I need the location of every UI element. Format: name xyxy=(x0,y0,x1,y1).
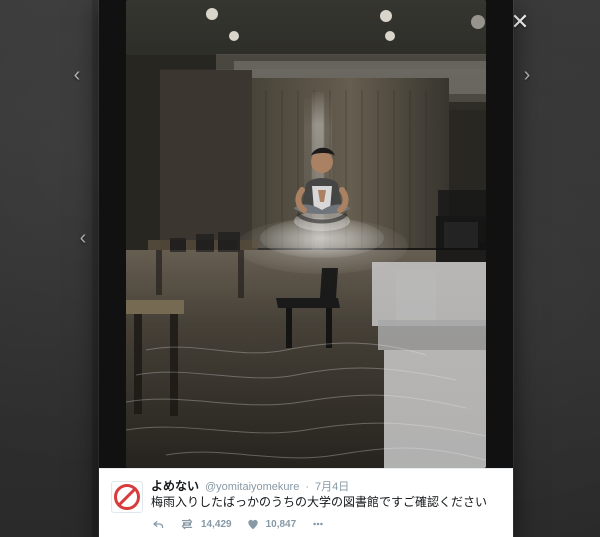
avatar[interactable] xyxy=(111,481,143,513)
separator-dot: · xyxy=(305,481,309,493)
tweet-card: よめない @yomitaiyomekure · 7月4日 梅雨入りしたばっかのう… xyxy=(99,468,513,537)
user-handle[interactable]: @yomitaiyomekure xyxy=(205,481,299,493)
tweet-actions: 14,429 10,847 xyxy=(151,516,326,532)
media-viewer: よめない @yomitaiyomekure · 7月4日 梅雨入りしたばっかのう… xyxy=(99,0,513,537)
chevron-left-icon: ‹ xyxy=(73,63,81,86)
tweet-date[interactable]: 7月4日 xyxy=(315,478,349,494)
previous-button[interactable]: ‹ xyxy=(64,62,90,88)
flooded-library-photo xyxy=(126,0,486,468)
chevron-left-icon: ‹ xyxy=(79,226,87,249)
retweet-count: 14,429 xyxy=(201,518,232,530)
close-icon: ✕ xyxy=(510,9,530,34)
like-button[interactable]: 10,847 xyxy=(246,517,297,531)
chevron-right-icon: › xyxy=(523,63,531,86)
retweet-button[interactable]: 14,429 xyxy=(179,517,232,531)
more-icon xyxy=(313,522,323,526)
user-name[interactable]: よめない xyxy=(151,477,199,494)
no-symbol-icon xyxy=(114,484,140,510)
tweet-header: よめない @yomitaiyomekure · 7月4日 xyxy=(151,477,501,495)
tweet-text: 梅雨入りしたばっかのうちの大学の図書館ですご確認ください xyxy=(151,495,488,509)
like-count: 10,847 xyxy=(265,518,297,530)
retweet-icon xyxy=(181,518,193,530)
next-button[interactable]: › xyxy=(514,62,540,88)
reply-button[interactable] xyxy=(151,517,165,531)
heart-icon xyxy=(247,519,258,530)
reply-icon xyxy=(153,521,164,529)
previous-media-button[interactable]: ‹ xyxy=(70,225,96,251)
tweet-photo xyxy=(126,0,486,468)
more-button[interactable] xyxy=(310,517,326,531)
